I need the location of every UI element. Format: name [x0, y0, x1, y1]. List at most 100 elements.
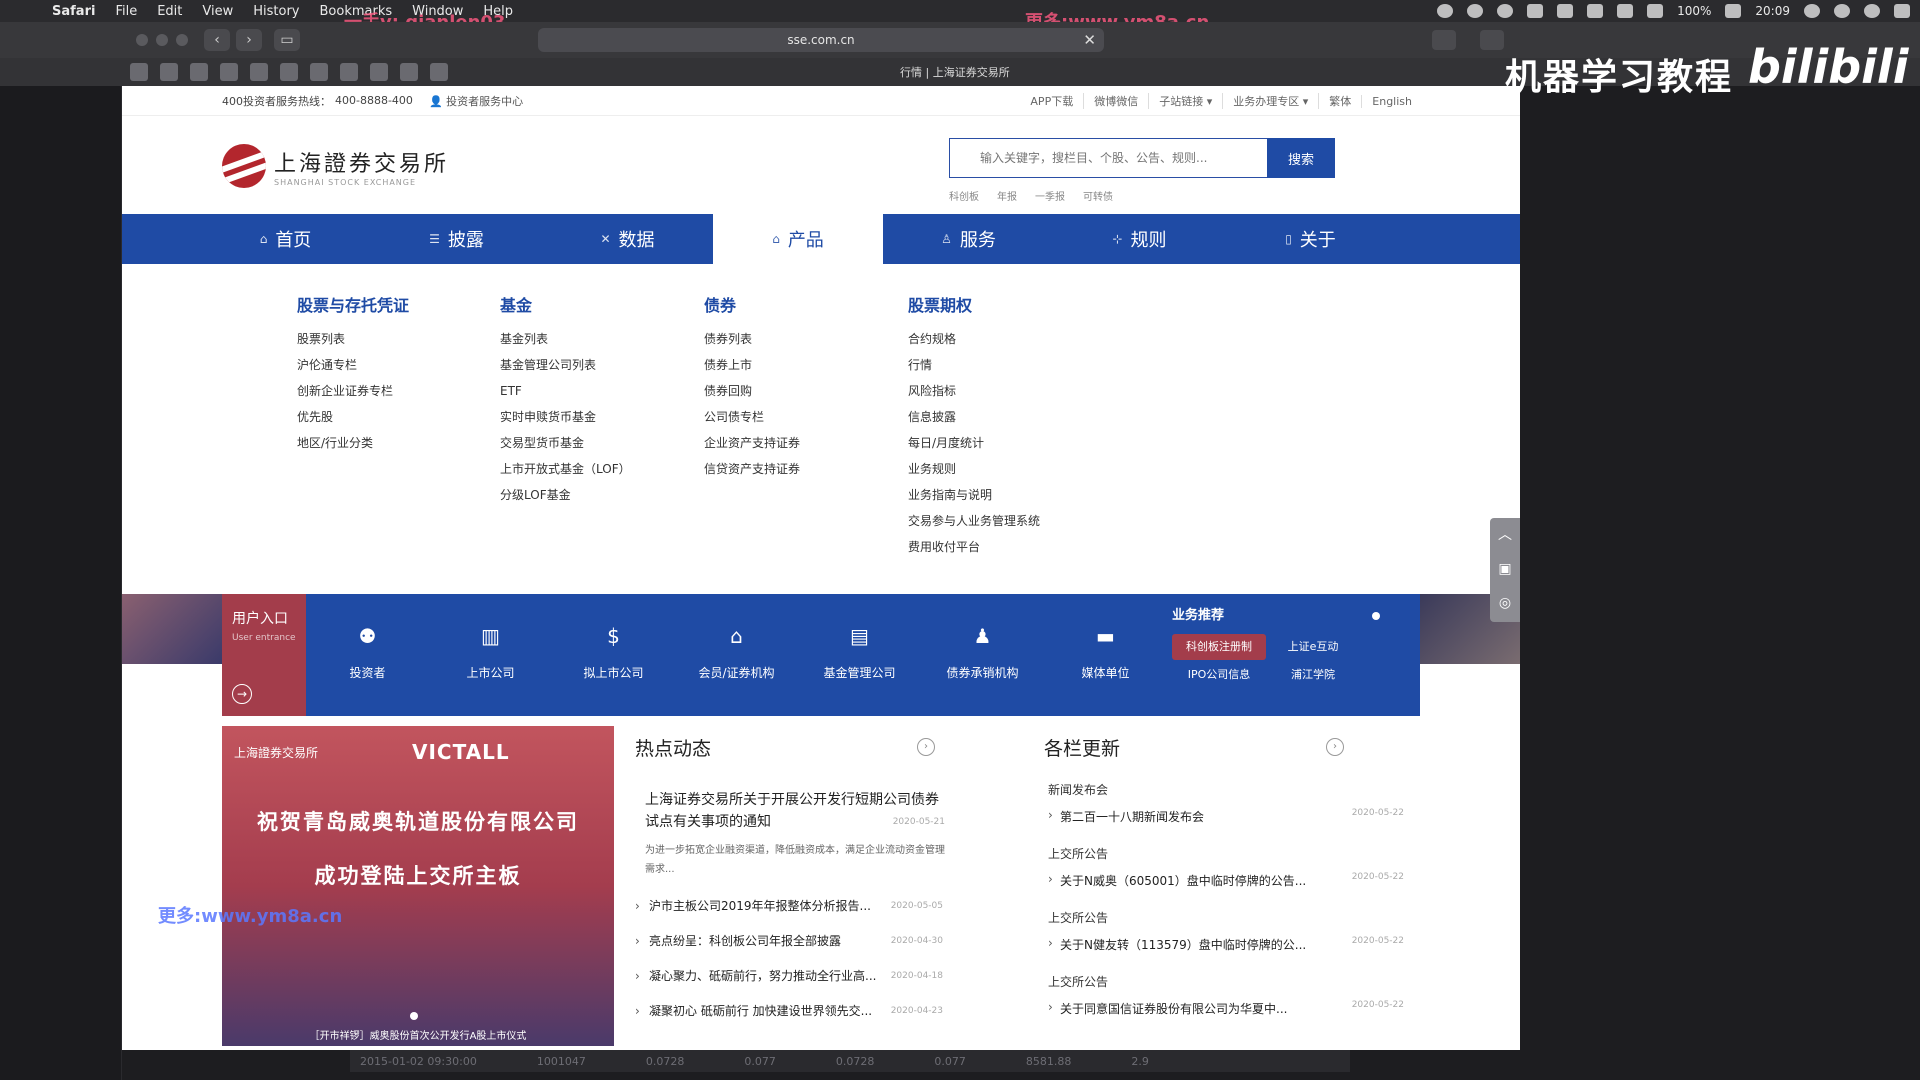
search-button[interactable]: 搜索	[1267, 138, 1335, 178]
update-item[interactable]: 第二百一十八期新闻发布会 2020-05-22	[1048, 808, 1404, 825]
menu-view[interactable]: View	[192, 4, 243, 19]
dropdown-link[interactable]: 信息披露	[908, 404, 1040, 430]
update-category[interactable]: 新闻发布会	[1048, 781, 1404, 798]
pujiang-academy-button[interactable]: 浦江学院	[1266, 662, 1360, 688]
bluetooth-icon[interactable]	[1647, 4, 1664, 18]
menu-history[interactable]: History	[243, 4, 309, 19]
dropdown-link[interactable]: 业务规则	[908, 456, 1040, 482]
hot-keyword[interactable]: 一季报	[1035, 188, 1065, 203]
nav-rules[interactable]: ⊹ 规则	[1054, 214, 1225, 264]
clock[interactable]: 20:09	[1755, 4, 1790, 18]
service-center-link[interactable]: 👤 投资者服务中心	[429, 93, 523, 109]
entry-media[interactable]: ▬ 媒体单位	[1044, 594, 1167, 716]
column-title[interactable]: 股票期权	[908, 292, 1040, 316]
favorite-icon[interactable]	[280, 63, 298, 81]
news-item[interactable]: 凝聚初心 砥砺前行 加快建设世界领先交... 2020-04-23	[635, 994, 943, 1029]
dropdown-link[interactable]: 合约规格	[908, 326, 1040, 352]
menu-file[interactable]: File	[105, 4, 147, 19]
entry-bond-underwriter[interactable]: ♟ 债券承销机构	[921, 594, 1044, 716]
wifi-icon[interactable]	[1587, 4, 1604, 18]
menu-app-safari[interactable]: Safari	[42, 4, 105, 19]
wechat-icon[interactable]: ◎	[1490, 586, 1520, 620]
arrow-right-icon[interactable]: →	[232, 684, 252, 704]
dropdown-link[interactable]: 基金管理公司列表	[500, 352, 631, 378]
favorite-icon[interactable]	[220, 63, 238, 81]
image-icon[interactable]: ▣	[1490, 552, 1520, 586]
hot-news-main-link[interactable]: 上海证券交易所关于开展公开发行短期公司债券试点有关事项的通知 2020-05-2…	[645, 789, 945, 833]
status-app-icon[interactable]	[1497, 4, 1514, 18]
entry-member-institution[interactable]: ⌂ 会员/证券机构	[675, 594, 798, 716]
favorite-icon[interactable]	[340, 63, 358, 81]
dropdown-link[interactable]: 沪伦通专栏	[297, 352, 409, 378]
dropdown-link[interactable]: 交易参与人业务管理系统	[908, 508, 1040, 534]
hot-keyword[interactable]: 可转债	[1083, 188, 1113, 203]
nav-disclosure[interactable]: ☰ 披露	[371, 214, 542, 264]
back-to-top-icon[interactable]: ︿	[1490, 518, 1520, 552]
update-item[interactable]: 关于N健友转（113579）盘中临时停牌的公... 2020-05-22	[1048, 936, 1404, 953]
dropdown-link[interactable]: ETF	[500, 378, 631, 404]
hot-keyword[interactable]: 科创板	[949, 188, 979, 203]
dropdown-link[interactable]: 信贷资产支持证券	[704, 456, 800, 482]
dropdown-link[interactable]: 每日/月度统计	[908, 430, 1040, 456]
subsite-links-dropdown[interactable]: 子站链接 ▾	[1148, 93, 1222, 109]
column-title[interactable]: 股票与存托凭证	[297, 292, 409, 316]
status-app-icon[interactable]	[1467, 4, 1484, 18]
carousel-dot[interactable]	[410, 1012, 418, 1020]
hot-keyword[interactable]: 年报	[997, 188, 1017, 203]
control-center-icon[interactable]	[1894, 4, 1910, 18]
entry-fund-manager[interactable]: ▤ 基金管理公司	[798, 594, 921, 716]
favorite-icon[interactable]	[400, 63, 418, 81]
dropdown-link[interactable]: 分级LOF基金	[500, 482, 631, 508]
app-download-link[interactable]: APP下载	[1020, 93, 1083, 109]
dropdown-link[interactable]: 债券列表	[704, 326, 800, 352]
weibo-wechat-link[interactable]: 微博微信	[1083, 93, 1148, 109]
news-item[interactable]: 凝心聚力、砥砺前行，努力推动全行业高... 2020-04-18	[635, 959, 943, 994]
zoom-window-button[interactable]	[176, 34, 188, 46]
dropdown-link[interactable]: 债券上市	[704, 352, 800, 378]
star-market-registration-button[interactable]: 科创板注册制	[1172, 634, 1266, 660]
status-app-icon[interactable]	[1437, 4, 1454, 18]
favorite-icon[interactable]	[370, 63, 388, 81]
more-arrow-icon[interactable]: ›	[917, 738, 935, 756]
dropdown-link[interactable]: 企业资产支持证券	[704, 430, 800, 456]
nav-home[interactable]: ⌂ 首页	[200, 214, 371, 264]
minimize-window-button[interactable]	[156, 34, 168, 46]
dropdown-link[interactable]: 实时申赎货币基金	[500, 404, 631, 430]
favorite-icon[interactable]	[310, 63, 328, 81]
dropdown-link[interactable]: 地区/行业分类	[297, 430, 409, 456]
update-item[interactable]: 关于N威奥（605001）盘中临时停牌的公告... 2020-05-22	[1048, 872, 1404, 889]
siri-icon[interactable]	[1864, 4, 1880, 18]
dropdown-link[interactable]: 创新企业证券专栏	[297, 378, 409, 404]
entry-listed-company[interactable]: ▥ 上市公司	[429, 594, 552, 716]
english-link[interactable]: English	[1361, 94, 1422, 108]
nav-about[interactable]: ▯ 关于	[1225, 214, 1396, 264]
listing-banner[interactable]: 上海證券交易所 VICTALL 祝贺青岛威奥轨道股份有限公司 成功登陆上交所主板…	[222, 726, 614, 1046]
nav-data[interactable]: ✕ 数据	[542, 214, 713, 264]
dropdown-link[interactable]: 业务指南与说明	[908, 482, 1040, 508]
entry-pre-ipo-company[interactable]: $ 拟上市公司	[552, 594, 675, 716]
tab-title[interactable]: 行情 | 上海证券交易所	[900, 64, 1010, 80]
favorite-icon[interactable]	[130, 63, 148, 81]
dropdown-link[interactable]: 费用收付平台	[908, 534, 1040, 560]
menu-edit[interactable]: Edit	[147, 4, 192, 19]
business-zone-dropdown[interactable]: 业务办理专区 ▾	[1222, 93, 1318, 109]
update-category[interactable]: 上交所公告	[1048, 909, 1404, 926]
user-icon[interactable]	[1804, 4, 1820, 18]
dropdown-link[interactable]: 上市开放式基金（LOF）	[500, 456, 631, 482]
dropdown-link[interactable]: 行情	[908, 352, 1040, 378]
battery-icon[interactable]	[1725, 4, 1742, 18]
dropdown-link[interactable]: 股票列表	[297, 326, 409, 352]
volume-icon[interactable]	[1527, 4, 1544, 18]
favorite-icon[interactable]	[250, 63, 268, 81]
forward-button[interactable]: ›	[236, 29, 262, 51]
input-source-icon[interactable]	[1617, 4, 1634, 18]
site-logo[interactable]: 上海證券交易所 SHANGHAI STOCK EXCHANGE	[222, 144, 449, 188]
search-input[interactable]	[949, 138, 1267, 178]
sidebar-toggle-button[interactable]: ▭	[274, 29, 300, 51]
update-category[interactable]: 上交所公告	[1048, 973, 1404, 990]
carousel-dot[interactable]	[1372, 612, 1380, 620]
display-icon[interactable]	[1557, 4, 1574, 18]
sse-e-interaction-button[interactable]: 上证e互动	[1266, 634, 1360, 660]
back-button[interactable]: ‹	[204, 29, 230, 51]
tabs-overview-button[interactable]	[1480, 30, 1504, 50]
